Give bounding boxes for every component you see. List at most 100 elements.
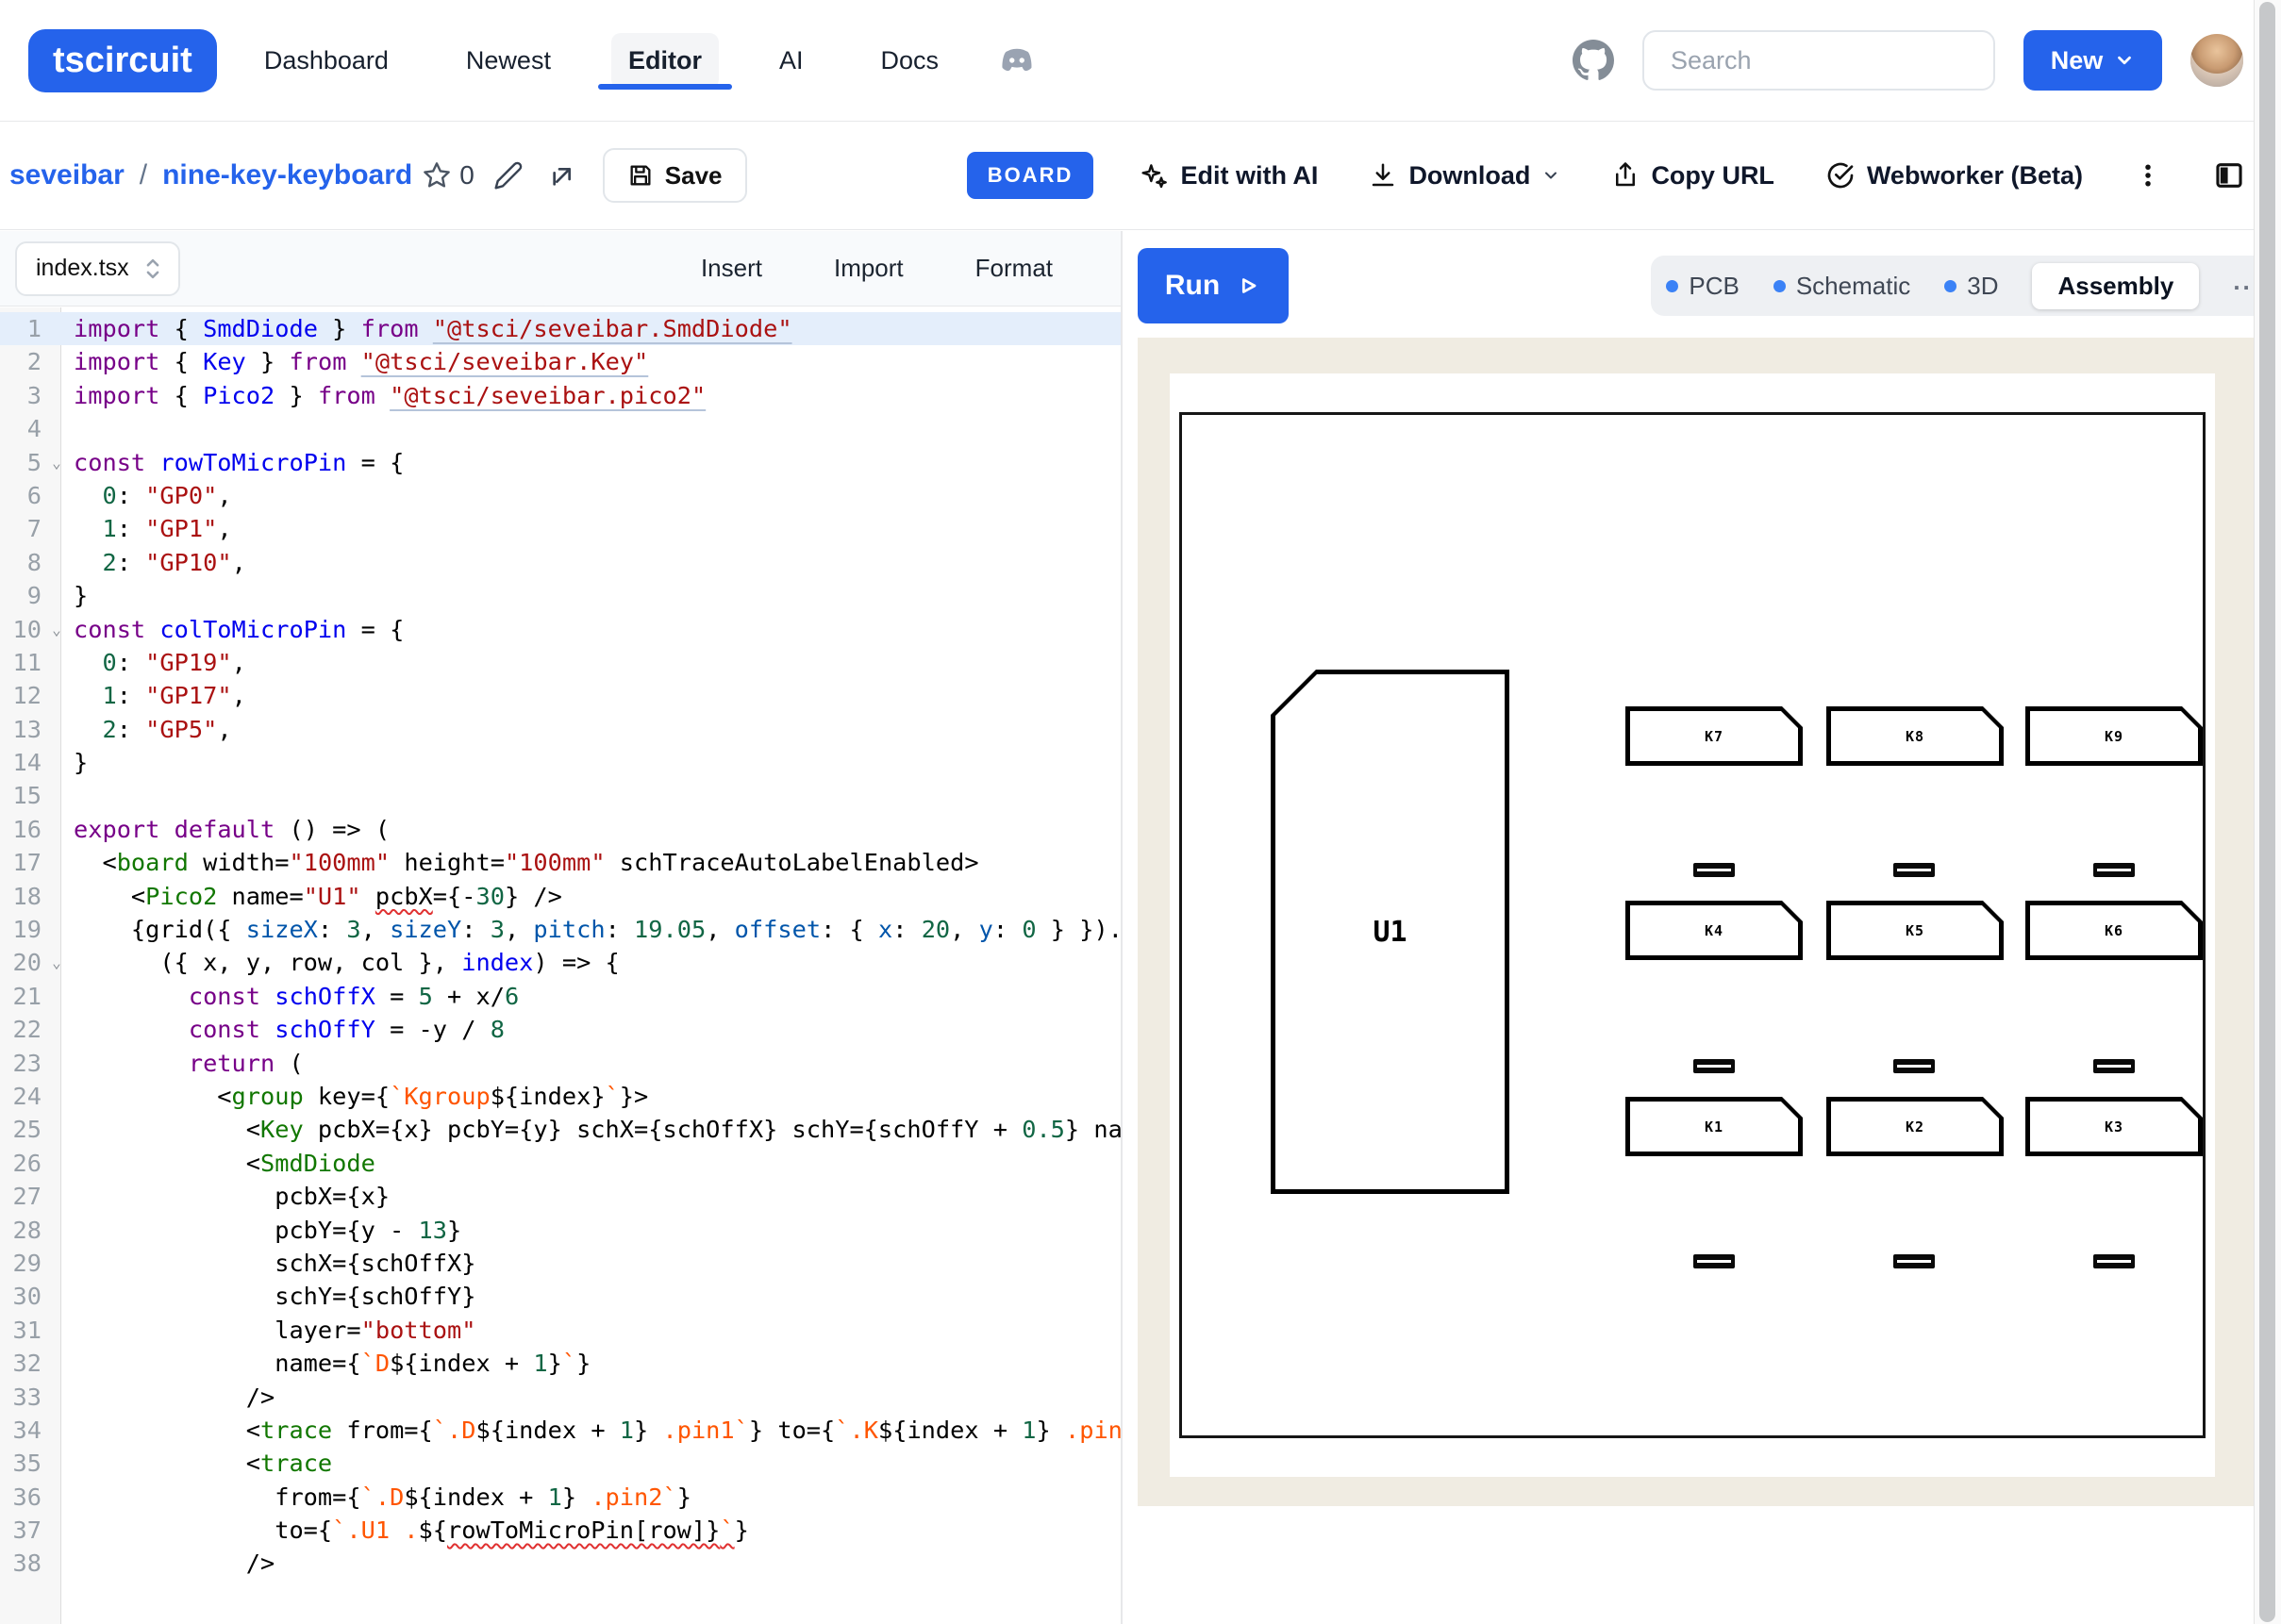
code-line[interactable]: 34 <trace from={`.D${index + 1} .pin1`} … (0, 1414, 1121, 1447)
editor-menu-import[interactable]: Import (828, 253, 909, 284)
rename-button[interactable] (488, 155, 529, 196)
component-key-k7[interactable]: K7 (1625, 706, 1803, 766)
code-line[interactable]: 12 1: "GP17", (0, 679, 1121, 712)
fold-chevron-icon[interactable]: ⌄ (47, 613, 66, 646)
scrollbar-thumb[interactable] (2259, 2, 2275, 1622)
primary-nav: Dashboard Newest Editor AI Docs (247, 33, 956, 89)
component-key-k1[interactable]: K1 (1625, 1097, 1803, 1156)
code-line[interactable]: 35 <trace (0, 1447, 1121, 1480)
component-smd-diode[interactable] (1693, 863, 1735, 877)
code-line[interactable]: 3import { Pico2 } from "@tsci/seveibar.p… (0, 379, 1121, 412)
code-line[interactable]: 31 layer="bottom" (0, 1314, 1121, 1347)
component-u1[interactable]: U1 (1271, 670, 1509, 1194)
edit-with-ai-button[interactable]: Edit with AI (1133, 159, 1324, 191)
code-line[interactable]: 9} (0, 579, 1121, 612)
new-button[interactable]: New (2023, 30, 2162, 91)
component-smd-diode[interactable] (1893, 1254, 1935, 1268)
code-line[interactable]: 21 const schOffX = 5 + x/6 (0, 980, 1121, 1013)
code-editor[interactable]: 1import { SmdDiode } from "@tsci/seveiba… (0, 307, 1121, 1624)
component-key-k4[interactable]: K4 (1625, 901, 1803, 960)
code-line[interactable]: 15 (0, 779, 1121, 812)
component-key-k6[interactable]: K6 (2025, 901, 2203, 960)
file-selector[interactable]: index.tsx (15, 241, 180, 296)
preview-tab-pcb[interactable]: PCB (1666, 272, 1739, 301)
download-button[interactable]: Download (1363, 160, 1566, 191)
code-line[interactable]: 1import { SmdDiode } from "@tsci/seveiba… (0, 312, 1121, 345)
assembly-canvas[interactable]: U1 K7 K8 K9 K4 K5 K6 K1 K2 K3 (1138, 338, 2264, 1506)
component-smd-diode[interactable] (1893, 863, 1935, 877)
code-line[interactable]: 36 from={`.D${index + 1} .pin2`} (0, 1481, 1121, 1514)
code-line[interactable]: 25 <Key pcbX={x} pcbY={y} schX={schOffX}… (0, 1113, 1121, 1146)
arrow-up-right-icon (548, 160, 578, 191)
search-input[interactable] (1669, 45, 1956, 76)
board-badge[interactable]: BOARD (967, 152, 1094, 199)
webworker-button[interactable]: Webworker (Beta) (1820, 159, 2089, 191)
tscircuit-logo[interactable]: tscircuit (28, 29, 217, 92)
component-key-k5[interactable]: K5 (1826, 901, 2004, 960)
code-line[interactable]: 6 0: "GP0", (0, 479, 1121, 512)
code-line[interactable]: 24 <group key={`Kgroup${index}`}> (0, 1080, 1121, 1113)
preview-tab-3d[interactable]: 3D (1944, 272, 1998, 301)
code-line[interactable]: 17 <board width="100mm" height="100mm" s… (0, 846, 1121, 879)
nav-item-dashboard[interactable]: Dashboard (247, 33, 406, 89)
nav-item-editor[interactable]: Editor (611, 33, 719, 89)
code-line[interactable]: 32 name={`D${index + 1}`} (0, 1347, 1121, 1380)
component-smd-diode[interactable] (2093, 1059, 2135, 1073)
fold-chevron-icon[interactable]: ⌄ (47, 946, 66, 979)
nav-item-docs[interactable]: Docs (863, 33, 956, 89)
run-button[interactable]: Run (1138, 248, 1289, 323)
code-line[interactable]: 10⌄const colToMicroPin = { (0, 613, 1121, 646)
copy-url-button[interactable]: Copy URL (1606, 160, 1780, 191)
fold-chevron-icon[interactable]: ⌄ (47, 446, 66, 479)
editor-menu-insert[interactable]: Insert (695, 253, 768, 284)
component-key-k2[interactable]: K2 (1826, 1097, 2004, 1156)
component-key-k8[interactable]: K8 (1826, 706, 2004, 766)
more-menu-button[interactable] (2128, 156, 2168, 195)
breadcrumb-owner[interactable]: seveibar (9, 159, 125, 191)
editor-menu-format[interactable]: Format (970, 253, 1058, 284)
breadcrumb-project[interactable]: nine-key-keyboard (162, 159, 412, 191)
code-line[interactable]: 18 <Pico2 name="U1" pcbX={-30} /> (0, 880, 1121, 913)
save-button[interactable]: Save (603, 148, 747, 203)
open-share-button[interactable] (542, 155, 584, 196)
code-line[interactable]: 20⌄ ({ x, y, row, col }, index) => { (0, 946, 1121, 979)
code-line[interactable]: 4 (0, 412, 1121, 445)
code-line[interactable]: 23 return ( (0, 1047, 1121, 1080)
page-scrollbar[interactable] (2254, 0, 2281, 1624)
component-smd-diode[interactable] (1693, 1254, 1735, 1268)
code-line[interactable]: 2import { Key } from "@tsci/seveibar.Key… (0, 345, 1121, 378)
preview-tab-schematic[interactable]: Schematic (1773, 272, 1910, 301)
code-line[interactable]: 8 2: "GP10", (0, 546, 1121, 579)
component-smd-diode[interactable] (1693, 1059, 1735, 1073)
preview-tab-assembly[interactable]: Assembly (2032, 263, 2199, 309)
code-line[interactable]: 27 pcbX={x} (0, 1180, 1121, 1213)
code-line[interactable]: 13 2: "GP5", (0, 713, 1121, 746)
component-smd-diode[interactable] (1893, 1059, 1935, 1073)
discord-icon[interactable] (997, 44, 1037, 76)
code-line[interactable]: 19 {grid({ sizeX: 3, sizeY: 3, pitch: 19… (0, 913, 1121, 946)
toggle-panel-button[interactable] (2207, 154, 2251, 197)
code-line[interactable]: 28 pcbY={y - 13} (0, 1214, 1121, 1247)
github-icon[interactable] (1573, 40, 1614, 81)
code-line[interactable]: 33 /> (0, 1381, 1121, 1414)
component-smd-diode[interactable] (2093, 863, 2135, 877)
user-avatar[interactable] (2190, 34, 2243, 87)
code-line[interactable]: 16export default () => ( (0, 813, 1121, 846)
component-key-k9[interactable]: K9 (2025, 706, 2203, 766)
star-button[interactable]: 0 (422, 160, 475, 191)
code-line[interactable]: 38 /> (0, 1547, 1121, 1580)
code-line[interactable]: 29 schX={schOffX} (0, 1247, 1121, 1280)
nav-item-ai[interactable]: AI (762, 33, 821, 89)
code-line[interactable]: 37 to={`.U1 .${rowToMicroPin[row]}`} (0, 1514, 1121, 1547)
code-line[interactable]: 5⌄const rowToMicroPin = { (0, 446, 1121, 479)
code-line[interactable]: 22 const schOffY = -y / 8 (0, 1013, 1121, 1046)
code-line[interactable]: 30 schY={schOffY} (0, 1280, 1121, 1313)
component-smd-diode[interactable] (2093, 1254, 2135, 1268)
code-line[interactable]: 7 1: "GP1", (0, 512, 1121, 545)
nav-item-newest[interactable]: Newest (449, 33, 568, 89)
code-line[interactable]: 11 0: "GP19", (0, 646, 1121, 679)
code-line[interactable]: 26 <SmdDiode (0, 1147, 1121, 1180)
code-line[interactable]: 14} (0, 746, 1121, 779)
component-key-k3[interactable]: K3 (2025, 1097, 2203, 1156)
fold-gutter (47, 713, 66, 746)
